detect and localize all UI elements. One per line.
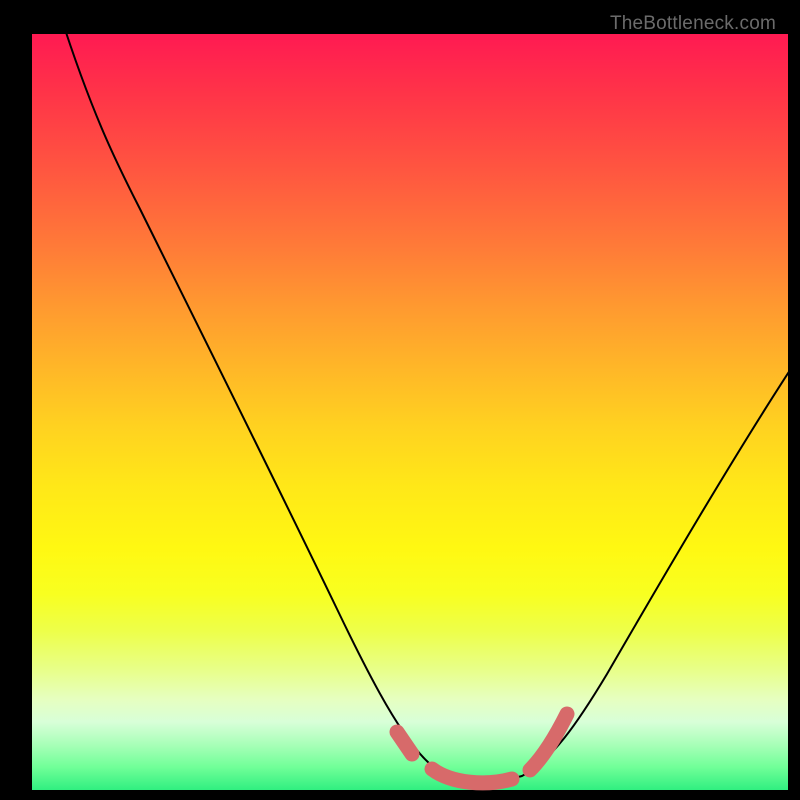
trough-highlight-1	[397, 732, 412, 754]
bottleneck-curve	[32, 34, 788, 790]
attribution-text: TheBottleneck.com	[610, 13, 776, 35]
trough-highlight-2	[432, 769, 512, 783]
chart-frame: TheBottleneck.com	[10, 10, 790, 790]
plot-area	[32, 34, 788, 790]
curve-path	[60, 14, 794, 781]
